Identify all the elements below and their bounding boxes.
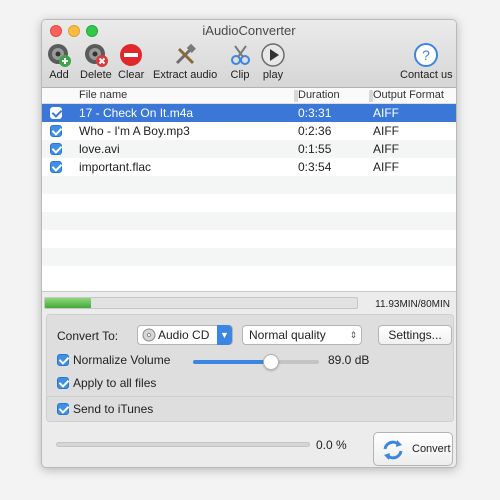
clip-label: Clip <box>230 69 250 81</box>
convert-to-label: Convert To: <box>57 329 119 343</box>
conversion-progress-text: 0.0 % <box>316 438 347 452</box>
row-checkbox[interactable] <box>50 143 62 155</box>
conversion-progress-bar <box>56 442 310 447</box>
tools-icon <box>176 43 197 65</box>
table-row[interactable]: Who - I'm A Boy.mp3 0:2:36 AIFF <box>42 122 456 140</box>
apply-to-all-label: Apply to all files <box>73 376 157 390</box>
sync-arrows-icon <box>383 440 403 460</box>
contact-us-label: Contact us <box>400 69 453 81</box>
chevron-down-icon: ▼ <box>217 325 232 345</box>
file-name: important.flac <box>79 160 152 174</box>
extract-audio-label: Extract audio <box>153 69 218 81</box>
window-title: iAudioConverter <box>202 23 296 38</box>
quality-select-value: Normal quality <box>249 328 326 342</box>
speaker-plus-icon <box>48 44 71 67</box>
play-button[interactable]: play <box>260 42 286 81</box>
volume-slider-knob[interactable] <box>263 354 280 370</box>
volume-slider[interactable] <box>193 354 319 370</box>
file-name: Who - I'm A Boy.mp3 <box>79 124 190 138</box>
column-header-file-name[interactable]: File name <box>75 89 127 101</box>
file-table: File name Duration Output Format 17 - Ch… <box>42 88 456 292</box>
settings-button[interactable]: Settings... <box>378 325 452 345</box>
table-header: File name Duration Output Format <box>42 88 456 104</box>
table-row[interactable]: 17 - Check On It.m4a 0:3:31 AIFF <box>42 104 456 122</box>
file-format: AIFF <box>373 124 399 138</box>
cd-icon <box>142 328 156 342</box>
add-button[interactable]: Add <box>46 42 72 81</box>
quality-select[interactable]: Normal quality ⇕ <box>242 325 362 345</box>
storage-bar-fill <box>45 298 92 308</box>
svg-text:?: ? <box>422 47 430 63</box>
table-row[interactable]: love.avi 0:1:55 AIFF <box>42 140 456 158</box>
empty-row <box>42 266 456 284</box>
volume-value: 89.0 dB <box>328 353 370 367</box>
play-label: play <box>262 69 284 81</box>
storage-bar <box>44 297 358 309</box>
title-bar: iAudioConverter Add Delete Clear Extract… <box>42 20 456 88</box>
delete-button[interactable]: Delete <box>80 42 112 81</box>
empty-row <box>42 248 456 266</box>
file-duration: 0:2:36 <box>298 124 332 138</box>
itunes-panel: Send to iTunes <box>46 396 454 422</box>
clip-button[interactable]: Clip <box>227 42 253 81</box>
file-name: love.avi <box>79 142 120 156</box>
normalize-volume-label: Normalize Volume <box>73 353 171 367</box>
play-icon <box>261 43 285 67</box>
app-window: iAudioConverter Add Delete Clear Extract… <box>41 19 457 468</box>
extract-audio-button[interactable]: Extract audio <box>153 42 217 81</box>
row-checkbox[interactable] <box>50 161 62 173</box>
volume-slider-fill <box>193 360 272 364</box>
up-down-arrows-icon: ⇕ <box>349 330 358 340</box>
row-checkbox[interactable] <box>50 125 62 137</box>
file-format: AIFF <box>373 106 399 120</box>
column-header-duration[interactable]: Duration <box>294 89 340 101</box>
normalize-volume-checkbox[interactable] <box>57 354 69 366</box>
question-icon: ? <box>414 43 439 67</box>
file-duration: 0:1:55 <box>298 142 332 156</box>
empty-row <box>42 230 456 248</box>
speaker-delete-icon <box>84 44 108 67</box>
format-select[interactable]: Audio CD ▼ <box>137 325 233 345</box>
storage-indicator: 11.93MIN/80MIN <box>42 292 456 316</box>
clear-label: Clear <box>118 69 145 81</box>
clip-icon <box>231 45 250 65</box>
file-format: AIFF <box>373 142 399 156</box>
add-label: Add <box>49 69 69 81</box>
file-duration: 0:3:54 <box>298 160 332 174</box>
file-name: 17 - Check On It.m4a <box>79 106 194 120</box>
convert-label: Convert <box>412 443 451 455</box>
empty-row <box>42 194 456 212</box>
clear-button[interactable]: Clear <box>118 42 144 81</box>
apply-to-all-checkbox[interactable] <box>57 377 69 389</box>
delete-label: Delete <box>80 69 112 81</box>
empty-row <box>42 176 456 194</box>
row-checkbox[interactable] <box>50 107 62 119</box>
contact-us-button[interactable]: ? Contact us <box>400 42 453 81</box>
storage-text: 11.93MIN/80MIN <box>375 299 450 310</box>
no-entry-icon <box>120 44 143 66</box>
column-header-output-format[interactable]: Output Format <box>369 89 444 101</box>
convert-button[interactable]: Convert <box>373 432 453 466</box>
file-duration: 0:3:31 <box>298 106 332 120</box>
empty-row <box>42 212 456 230</box>
file-format: AIFF <box>373 160 399 174</box>
send-to-itunes-checkbox[interactable] <box>57 403 69 415</box>
send-to-itunes-label: Send to iTunes <box>73 402 154 416</box>
table-row[interactable]: important.flac 0:3:54 AIFF <box>42 158 456 176</box>
